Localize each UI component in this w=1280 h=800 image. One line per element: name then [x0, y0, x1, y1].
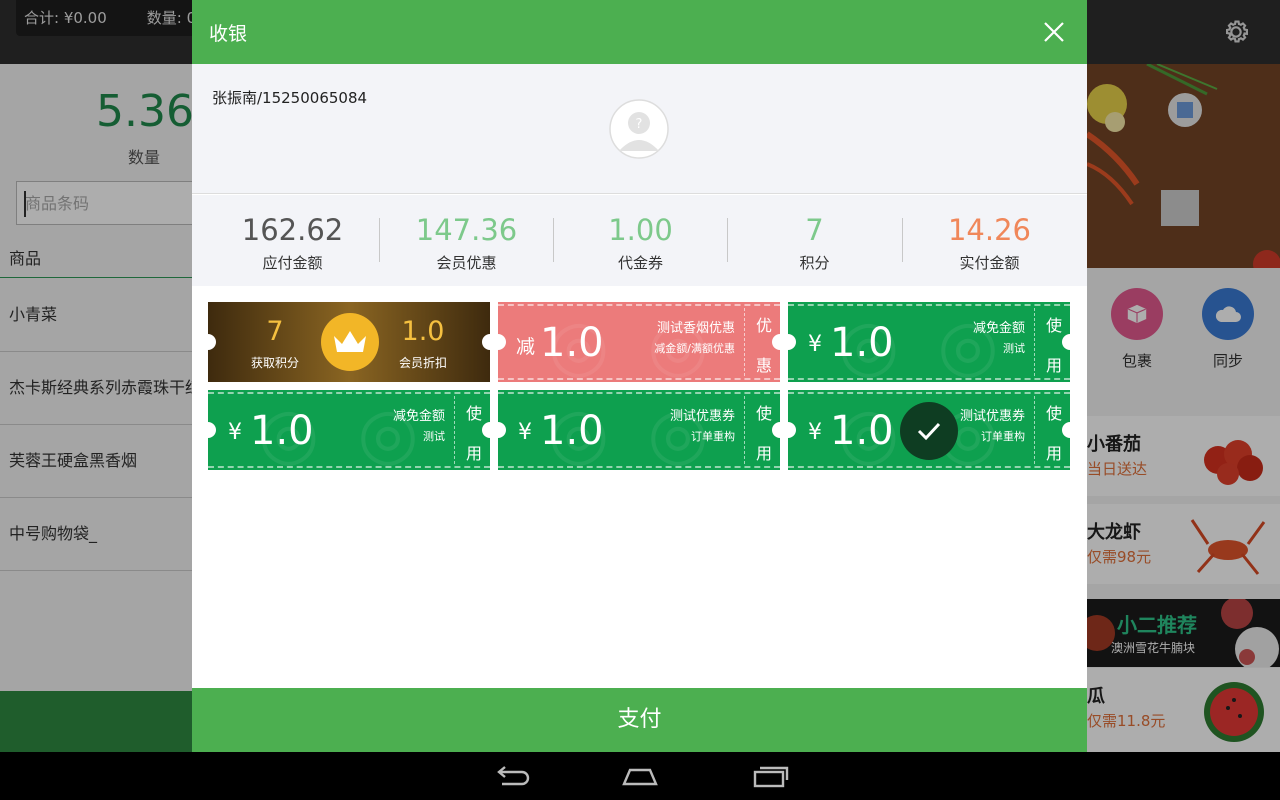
- checkout-dialog: 收银 张振南/15250065084 ? 162.62 应付金额 147.36 …: [192, 0, 1087, 752]
- stat-label: 实付金额: [959, 254, 1020, 272]
- system-nav-bar: [0, 752, 1280, 800]
- coupon-title: 测试优惠券: [959, 409, 1025, 424]
- stat-value: 162.62: [241, 213, 344, 247]
- recent-apps-icon[interactable]: [750, 762, 790, 790]
- coupon-subtitle: 测试: [1003, 342, 1025, 355]
- stat-label: 代金券: [617, 254, 663, 272]
- points-label: 获取积分: [250, 356, 299, 370]
- points-value: 7: [266, 316, 284, 347]
- coupon-tag: 使: [756, 404, 773, 423]
- dialog-title: 收银: [209, 23, 248, 45]
- stat-label: 积分: [799, 254, 830, 272]
- card-notch: [208, 334, 216, 350]
- card-notch: [208, 422, 216, 438]
- card-notch: [498, 422, 506, 438]
- stat-payable: 162.62 应付金额: [205, 195, 380, 286]
- crown-icon: [321, 313, 379, 371]
- coupon-title: 减免金额: [392, 409, 445, 424]
- stat-label: 会员优惠: [436, 254, 497, 272]
- coupon-subtitle: 订单重构: [981, 430, 1025, 443]
- card-divider: [744, 308, 745, 376]
- svg-text:?: ?: [636, 117, 643, 132]
- card-notch: [772, 422, 780, 438]
- home-icon[interactable]: [620, 762, 660, 790]
- coupon-title: 测试香烟优惠: [656, 321, 735, 336]
- coupon-tag: 使: [1046, 404, 1063, 423]
- coupon-tag: 使: [1046, 316, 1063, 335]
- checkmark-icon: [900, 402, 958, 460]
- reduce-prefix: 减: [516, 336, 536, 358]
- coupon-card[interactable]: ◎ ◎ ¥ 1.0 减免金额 测试 使 用: [788, 302, 1070, 382]
- coupon-card[interactable]: ◎ ◎ ¥ 1.0 测试优惠券 订单重构 使 用: [498, 390, 780, 470]
- coupon-card[interactable]: ◎ ◎ ¥ 1.0 减免金额 测试 使 用: [208, 390, 490, 470]
- card-divider: [454, 396, 455, 464]
- member-info: 张振南/15250065084 ?: [192, 64, 1087, 194]
- coupon-amount: 1.0: [540, 320, 604, 366]
- card-notch: [788, 422, 796, 438]
- card-notch: [482, 334, 490, 350]
- reduce-coupon-card[interactable]: ◎ ◎ 减 1.0 测试香烟优惠 减金额/满额优惠 优 惠: [498, 302, 780, 382]
- card-notch: [498, 334, 506, 350]
- currency-symbol: ¥: [518, 420, 532, 445]
- member-name-phone: 张振南/15250065084: [212, 89, 368, 107]
- dialog-header: 收银: [192, 0, 1087, 64]
- card-divider: [1034, 396, 1035, 464]
- member-points-card[interactable]: 7 获取积分 1.0 会员折扣: [208, 302, 490, 382]
- discount-label: 会员折扣: [398, 356, 447, 370]
- stat-points: 7 积分: [727, 195, 902, 286]
- stat-value: 1.00: [608, 213, 673, 247]
- currency-symbol: ¥: [808, 332, 822, 357]
- coupon-title: 减免金额: [972, 321, 1025, 336]
- coupon-tag: 用: [466, 444, 483, 463]
- stat-value: 14.26: [947, 213, 1032, 247]
- coupon-title: 测试优惠券: [669, 409, 735, 424]
- currency-symbol: ¥: [808, 420, 822, 445]
- stat-voucher: 1.00 代金券: [553, 195, 728, 286]
- coupon-amount: 1.0: [830, 408, 894, 454]
- card-divider: [744, 396, 745, 464]
- back-icon[interactable]: [492, 762, 532, 790]
- stat-value: 7: [805, 213, 824, 247]
- card-divider: [1034, 308, 1035, 376]
- avatar: ?: [609, 99, 669, 159]
- coupon-tag: 优: [756, 316, 773, 335]
- coupon-subtitle: 减金额/满额优惠: [654, 342, 735, 355]
- coupon-tag: 使: [466, 404, 483, 423]
- card-notch: [482, 422, 490, 438]
- discount-value: 1.0: [401, 316, 445, 347]
- coupon-amount: 1.0: [830, 320, 894, 366]
- card-notch: [788, 334, 796, 350]
- coupon-amount: 1.0: [540, 408, 604, 454]
- close-icon[interactable]: [1042, 20, 1066, 44]
- stat-value: 147.36: [415, 213, 518, 247]
- coupon-subtitle: 测试: [423, 430, 445, 443]
- amount-summary: 162.62 应付金额 147.36 会员优惠 1.00 代金券 7 积分 14…: [192, 195, 1087, 286]
- coupon-tag: 惠: [756, 356, 773, 375]
- stat-label: 应付金额: [262, 254, 323, 272]
- card-notch: [1062, 422, 1070, 438]
- coupon-subtitle: 订单重构: [691, 430, 735, 443]
- stat-member-discount: 147.36 会员优惠: [379, 195, 554, 286]
- coupon-tag: 用: [1046, 356, 1063, 375]
- card-notch: [772, 334, 780, 350]
- currency-symbol: ¥: [228, 420, 242, 445]
- stat-actual-paid: 14.26 实付金额: [902, 195, 1077, 286]
- card-notch: [1062, 334, 1070, 350]
- coupon-card-selected[interactable]: ◎ ◎ ¥ 1.0 测试优惠券 订单重构 使 用: [788, 390, 1070, 470]
- coupon-amount: 1.0: [250, 408, 314, 454]
- coupon-tag: 用: [756, 444, 773, 463]
- coupon-tag: 用: [1046, 444, 1063, 463]
- pay-button[interactable]: 支付: [192, 688, 1087, 752]
